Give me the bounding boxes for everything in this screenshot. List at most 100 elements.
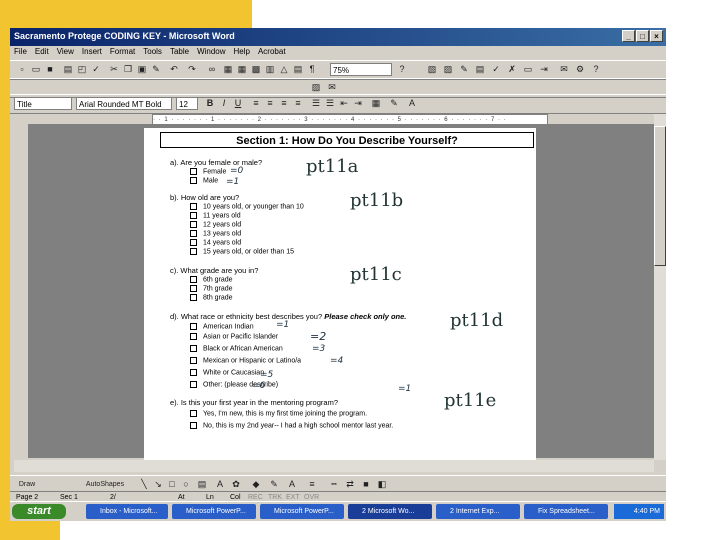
- checkbox[interactable]: [190, 333, 197, 340]
- highlight-color-icon[interactable]: ✎: [388, 98, 400, 109]
- cut-icon[interactable]: ✂: [108, 64, 120, 75]
- checkbox[interactable]: [190, 381, 197, 388]
- arrow-style-icon[interactable]: ⇄: [344, 479, 356, 490]
- taskbar-item-inbox[interactable]: Inbox - Microsoft...: [86, 504, 168, 519]
- taskbar-item-internet-explorer[interactable]: 2 Internet Exp...: [436, 504, 520, 519]
- taskbar-item-word[interactable]: 2 Microsoft Wo...: [348, 504, 432, 519]
- insert-table-icon[interactable]: ▦: [236, 64, 248, 75]
- align-right-icon[interactable]: ≡: [278, 98, 290, 109]
- scroll-thumb[interactable]: [654, 126, 666, 266]
- checkbox[interactable]: [190, 212, 197, 219]
- font-size-select[interactable]: 12: [176, 97, 198, 110]
- decrease-indent-icon[interactable]: ⇤: [338, 98, 350, 109]
- align-left-icon[interactable]: ≡: [250, 98, 262, 109]
- wordart-icon[interactable]: A: [214, 479, 226, 490]
- checkbox[interactable]: [190, 221, 197, 228]
- menu-insert[interactable]: Insert: [78, 46, 106, 57]
- track-changes-icon[interactable]: ▤: [474, 64, 486, 75]
- taskbar-item-spreadsheet[interactable]: Fix Spreadsheet...: [524, 504, 608, 519]
- menu-acrobat[interactable]: Acrobat: [254, 46, 290, 57]
- 3d-icon[interactable]: ◧: [376, 479, 388, 490]
- borders-icon[interactable]: ▦: [370, 98, 382, 109]
- line-color-icon[interactable]: ✎: [268, 479, 280, 490]
- font-select[interactable]: Arial Rounded MT Bold: [76, 97, 172, 110]
- checkbox[interactable]: [190, 248, 197, 255]
- maximize-button[interactable]: □: [636, 30, 649, 42]
- checkbox[interactable]: [190, 230, 197, 237]
- textbox-icon[interactable]: ▤: [196, 479, 208, 490]
- font-color-draw-icon[interactable]: A: [286, 479, 298, 490]
- checkbox[interactable]: [190, 203, 197, 210]
- open-icon[interactable]: ▭: [30, 64, 42, 75]
- hyperlink-icon[interactable]: ∞: [206, 64, 218, 75]
- vertical-scrollbar[interactable]: [654, 114, 666, 460]
- menu-view[interactable]: View: [53, 46, 78, 57]
- line-style-icon[interactable]: ≡: [306, 479, 318, 490]
- font-color-icon[interactable]: A: [406, 98, 418, 109]
- increase-indent-icon[interactable]: ⇥: [352, 98, 364, 109]
- checkbox[interactable]: [190, 177, 197, 184]
- print-icon[interactable]: ▤: [62, 64, 74, 75]
- checkbox[interactable]: [190, 345, 197, 352]
- rectangle-icon[interactable]: □: [166, 479, 178, 490]
- format-painter-icon[interactable]: ✎: [150, 64, 162, 75]
- zoom-select[interactable]: 75%: [330, 63, 392, 76]
- drawing-icon[interactable]: △: [278, 64, 290, 75]
- status-trk[interactable]: TRK: [268, 494, 282, 501]
- checkbox[interactable]: [190, 168, 197, 175]
- align-center-icon[interactable]: ≡: [264, 98, 276, 109]
- document-map-icon[interactable]: ▤: [292, 64, 304, 75]
- tables-borders-icon[interactable]: ▦: [222, 64, 234, 75]
- new-icon[interactable]: ▫: [16, 64, 28, 75]
- fill-color-icon[interactable]: ◆: [250, 479, 262, 490]
- undo-icon[interactable]: ↶: [168, 64, 180, 75]
- checkbox[interactable]: [190, 422, 197, 429]
- checkbox[interactable]: [190, 239, 197, 246]
- clipart-icon[interactable]: ✿: [230, 479, 242, 490]
- oval-icon[interactable]: ○: [180, 479, 192, 490]
- next-change-icon[interactable]: ⇥: [538, 64, 550, 75]
- paste-icon[interactable]: ▣: [136, 64, 148, 75]
- markup-icon[interactable]: ✎: [458, 64, 470, 75]
- status-ovr[interactable]: OVR: [304, 494, 319, 501]
- checkbox[interactable]: [190, 285, 197, 292]
- accept-change-icon[interactable]: ✓: [490, 64, 502, 75]
- line-icon[interactable]: ╲: [138, 479, 150, 490]
- underline-icon[interactable]: U: [232, 98, 244, 109]
- style-select[interactable]: Title: [14, 97, 72, 110]
- start-button[interactable]: start: [12, 504, 66, 519]
- menu-tools[interactable]: Tools: [139, 46, 166, 57]
- checkbox[interactable]: [190, 276, 197, 283]
- highlight-icon[interactable]: ▨: [442, 64, 454, 75]
- status-rec[interactable]: REC: [248, 494, 263, 501]
- insert-excel-icon[interactable]: ▩: [250, 64, 262, 75]
- checkbox[interactable]: [190, 323, 197, 330]
- menu-table[interactable]: Table: [166, 46, 193, 57]
- bold-icon[interactable]: B: [204, 98, 216, 109]
- italic-icon[interactable]: I: [218, 98, 230, 109]
- menu-file[interactable]: File: [10, 46, 31, 57]
- reject-change-icon[interactable]: ✗: [506, 64, 518, 75]
- dash-style-icon[interactable]: ┅: [328, 479, 340, 490]
- minimize-button[interactable]: _: [622, 30, 635, 42]
- help-icon[interactable]: ?: [396, 64, 408, 75]
- spelling-icon[interactable]: ✓: [90, 64, 102, 75]
- show-hide-icon[interactable]: ¶: [306, 64, 318, 75]
- checkbox[interactable]: [190, 294, 197, 301]
- status-ext[interactable]: EXT: [286, 494, 300, 501]
- numbering-icon[interactable]: ☰: [310, 98, 322, 109]
- print-preview-icon[interactable]: ◰: [76, 64, 88, 75]
- document-page[interactable]: Section 1: How Do You Describe Yourself?…: [144, 128, 536, 462]
- convert-pdf-icon[interactable]: ▨: [310, 82, 322, 93]
- taskbar-item-powerpoint-2[interactable]: Microsoft PowerP...: [260, 504, 344, 519]
- checkbox[interactable]: [190, 369, 197, 376]
- menu-format[interactable]: Format: [106, 46, 139, 57]
- comment-icon[interactable]: ▭: [522, 64, 534, 75]
- taskbar-item-powerpoint-1[interactable]: Microsoft PowerP...: [172, 504, 256, 519]
- close-button[interactable]: ×: [650, 30, 663, 42]
- bullets-icon[interactable]: ☰: [324, 98, 336, 109]
- shadow-icon[interactable]: ■: [360, 479, 372, 490]
- autoshapes-menu[interactable]: AutoShapes: [80, 479, 130, 490]
- horizontal-scrollbar[interactable]: [14, 460, 654, 472]
- menu-help[interactable]: Help: [230, 46, 254, 57]
